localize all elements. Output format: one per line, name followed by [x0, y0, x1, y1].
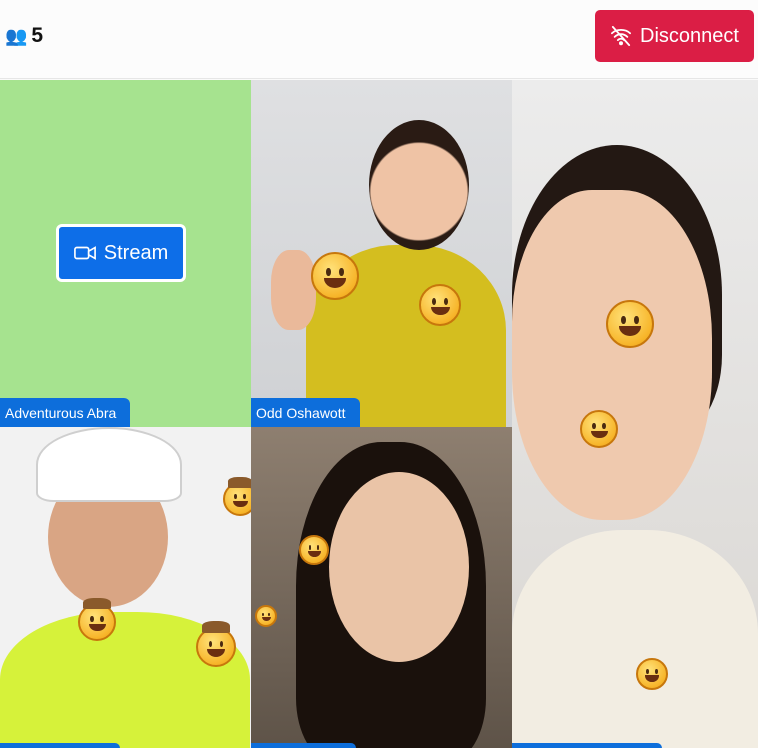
relieved-emoji-icon	[255, 605, 277, 627]
wifi-off-icon	[611, 26, 632, 46]
disconnect-label: Disconnect	[640, 24, 739, 47]
participant-video-head	[369, 120, 469, 250]
video-tile-local: Stream Adventurous Abra	[0, 80, 251, 427]
participant-count-value: 5	[31, 24, 44, 47]
grin-emoji-icon	[636, 658, 668, 690]
video-tile-odd-oshawott: Odd Oshawott	[251, 80, 512, 427]
participant-name-tag	[251, 743, 356, 748]
video-tile-participant-5	[251, 427, 512, 748]
grin-emoji-icon	[606, 300, 654, 348]
participant-video-arm	[271, 250, 316, 330]
video-camera-icon	[73, 246, 96, 260]
participant-name-tag: Adventurous Abra	[0, 398, 131, 427]
video-grid: Stream Adventurous Abra Odd Oshawott	[0, 80, 758, 748]
cowboy-emoji-icon	[78, 597, 116, 641]
grin-emoji-icon	[580, 410, 618, 448]
participant-video-head	[512, 190, 712, 520]
cowboy-emoji-icon	[196, 621, 236, 667]
smile-emoji-icon	[311, 252, 359, 300]
hard-hat	[36, 427, 182, 502]
participant-video-body	[512, 530, 758, 748]
participant-name-tag	[512, 743, 662, 748]
video-tile-participant-4	[0, 427, 251, 748]
participant-name-tag: Odd Oshawott	[251, 398, 360, 427]
stream-button[interactable]: Stream	[56, 224, 186, 282]
smile-emoji-icon	[419, 284, 461, 326]
participant-name-tag	[0, 743, 120, 748]
cowboy-emoji-icon	[223, 477, 251, 516]
woozy-emoji-icon	[299, 535, 329, 565]
people-icon: 👥	[5, 25, 28, 47]
video-tile-participant-3	[512, 80, 758, 748]
stream-label: Stream	[103, 241, 169, 264]
top-bar: 👥 5 Disconnect	[0, 0, 758, 79]
participant-video-head	[329, 472, 469, 662]
participant-count: 👥 5	[5, 24, 43, 48]
disconnect-button[interactable]: Disconnect	[595, 10, 754, 62]
